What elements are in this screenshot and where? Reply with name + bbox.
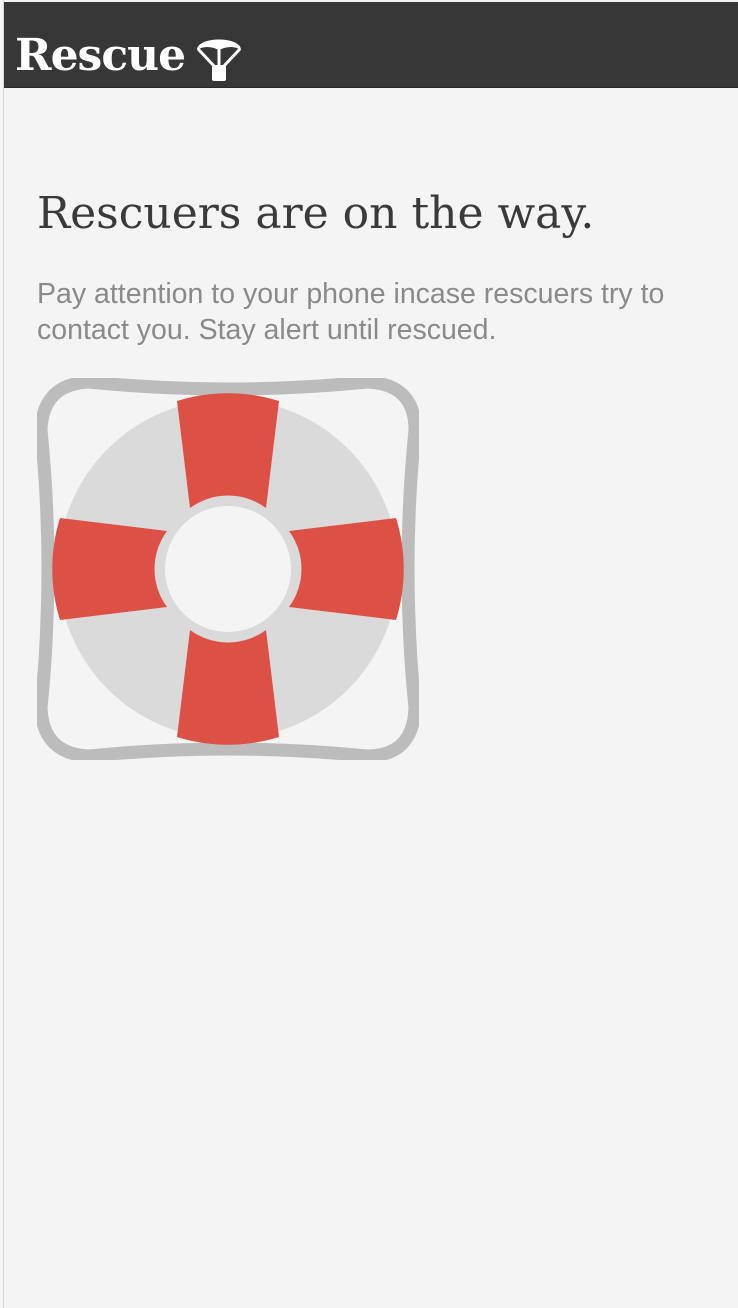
lifebuoy-icon [37, 378, 419, 760]
app-header: Rescue [4, 2, 738, 88]
parachute-icon [197, 39, 242, 81]
page-title: Rescuers are on the way. [37, 188, 595, 239]
brand-logo[interactable]: Rescue [15, 28, 245, 84]
app-frame: Rescue Rescuers are on the way. Pay atte… [3, 0, 738, 1308]
app-name: Rescue [15, 30, 186, 81]
instruction-text: Pay attention to your phone incase rescu… [37, 278, 665, 346]
